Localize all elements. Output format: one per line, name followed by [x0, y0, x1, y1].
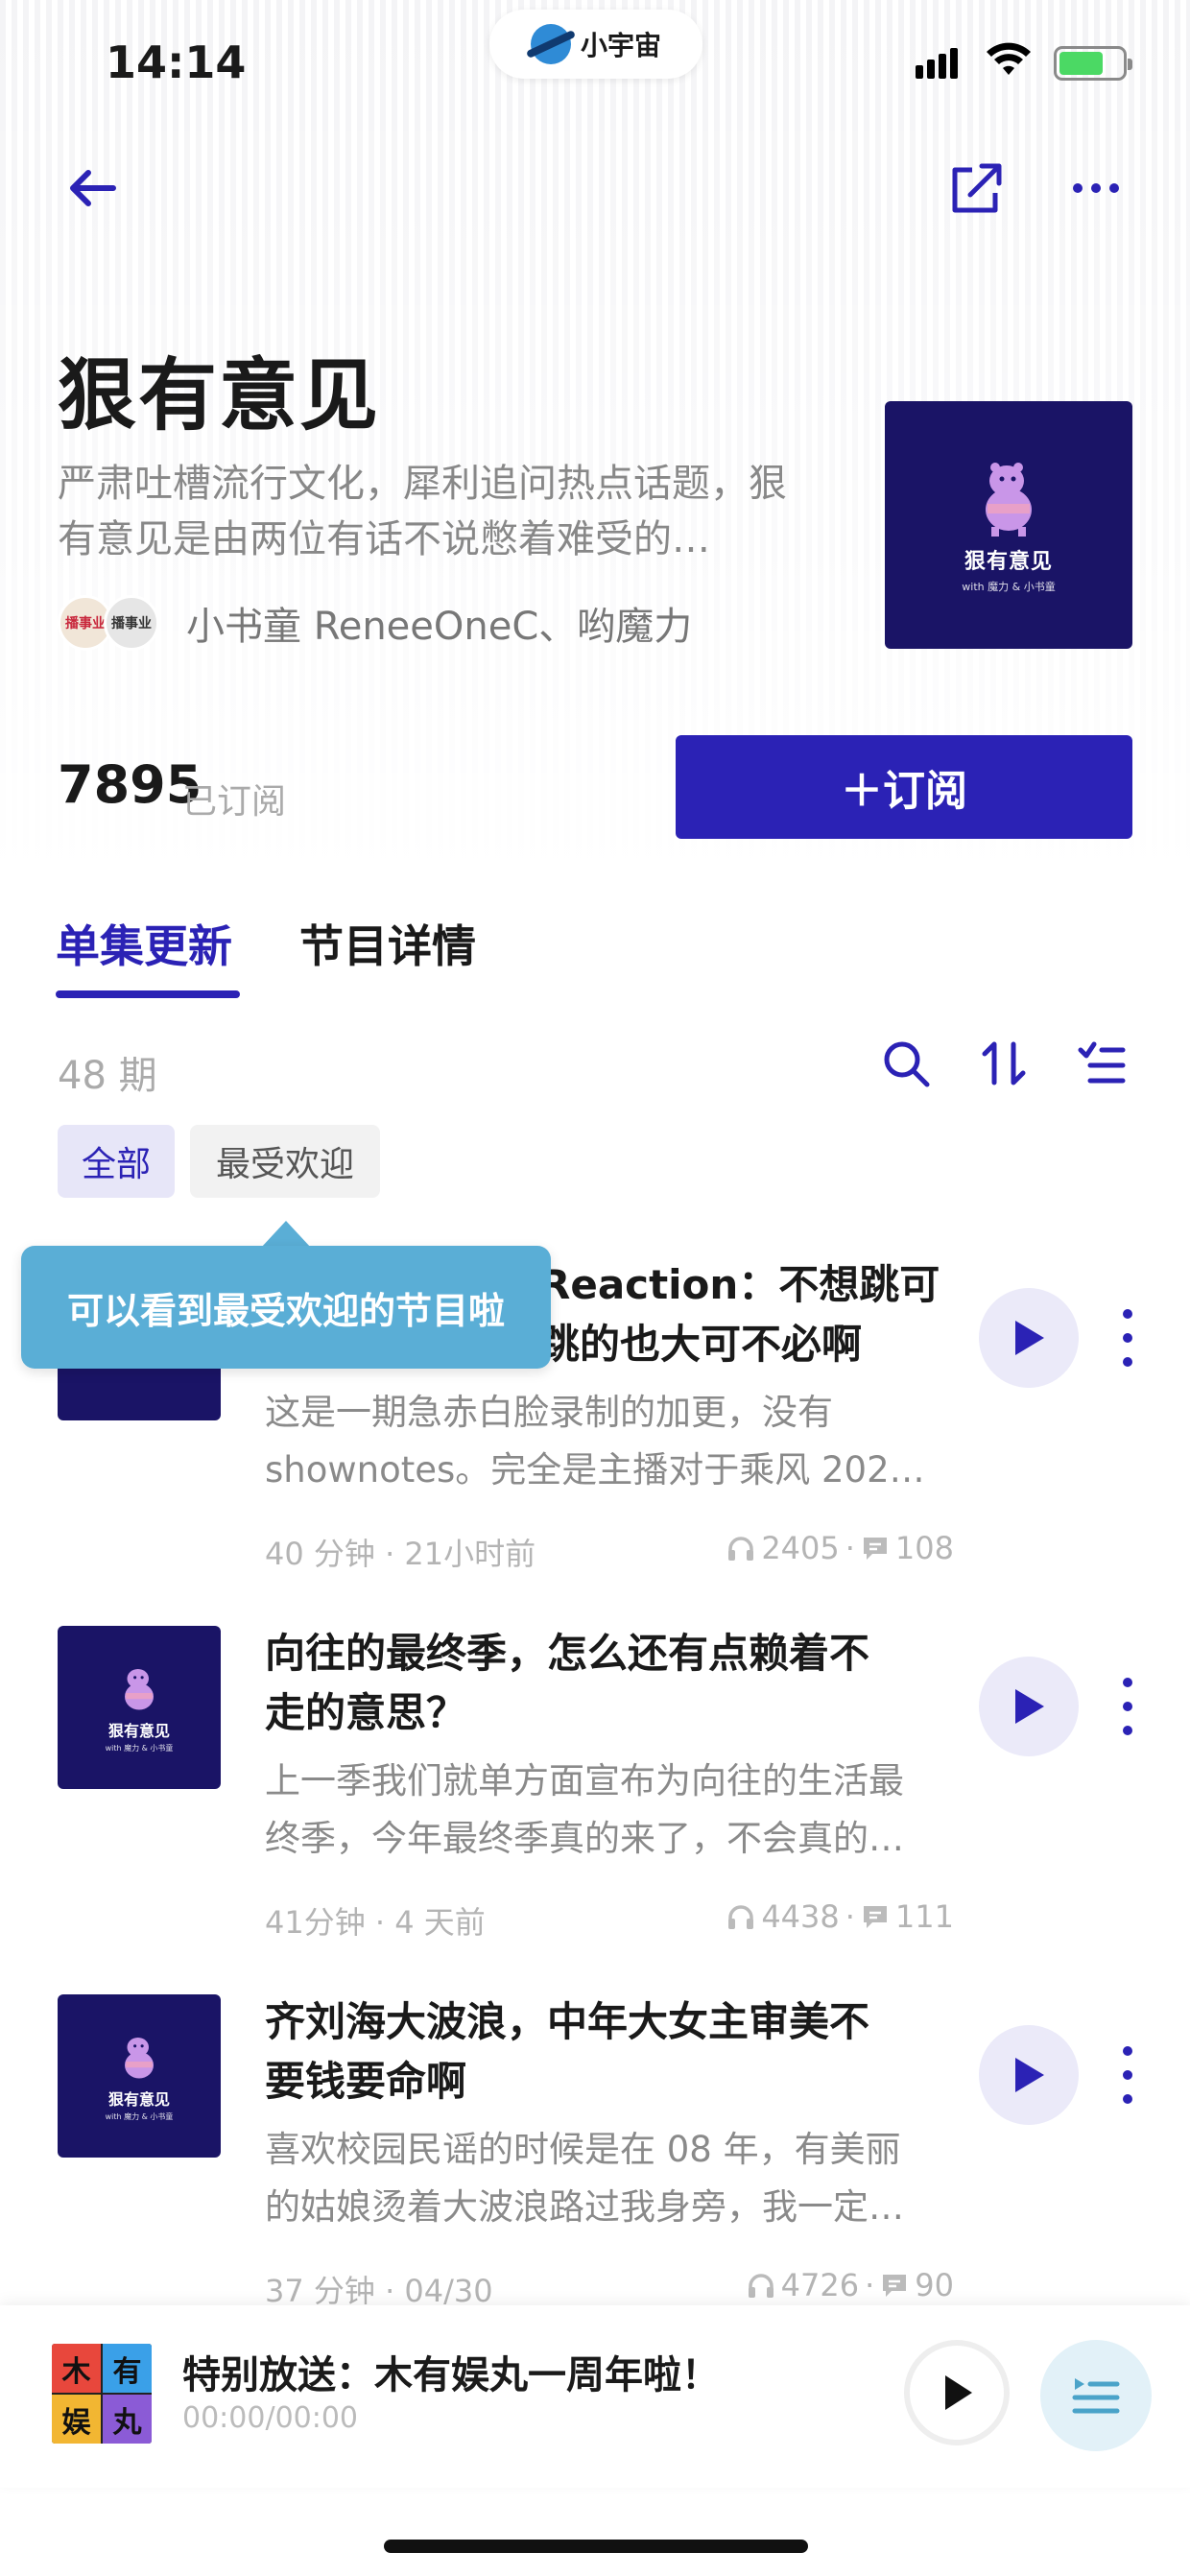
play-icon — [1015, 1321, 1044, 1355]
episode-desc-line: 喜欢校园民谣的时候是在 08 年，有美丽 — [265, 2129, 901, 2170]
sort-icon[interactable] — [969, 1029, 1038, 1098]
status-time: 14:14 — [106, 36, 247, 88]
play-count: 2405 — [761, 1530, 840, 1566]
episode-description[interactable]: 上一季我们就单方面宣布为向往的生活最 终季，今年最终季真的来了，不会真的… — [265, 1753, 956, 1868]
tab-underline — [56, 990, 240, 998]
cover-char: 娱 — [52, 2395, 101, 2444]
subscribe-button[interactable]: ＋订阅 — [676, 735, 1132, 839]
episode-more-button[interactable] — [1113, 1678, 1142, 1735]
playlist-button[interactable] — [1040, 2340, 1152, 2451]
cover-subtitle: with 魔力 & 小书童 — [962, 581, 1056, 593]
episode-thumbnail[interactable]: 狠有意见 with 魔力 & 小书童 — [58, 1994, 221, 2158]
episode-meta: 40 分钟 · 21小时前 — [265, 1536, 536, 1572]
episode-play-button[interactable] — [979, 1657, 1079, 1756]
episode-title-line: 要钱要命啊 — [265, 2058, 467, 2105]
podcast-title: 狠有意见 — [58, 350, 381, 441]
tab-episodes[interactable]: 单集更新 — [56, 912, 232, 975]
play-icon — [1015, 2058, 1044, 2092]
episode-desc-line: 的姑娘烫着大波浪路过我身旁，我一定… — [265, 2186, 904, 2228]
brand-pill: 小宇宙 — [489, 10, 702, 79]
play-count: 4726 — [780, 2267, 860, 2303]
episode-more-button[interactable] — [1113, 2046, 1142, 2104]
stat-separator: · — [865, 2267, 875, 2303]
thumb-subtitle: with 魔力 & 小书童 — [105, 2111, 174, 2121]
episode-description[interactable]: 这是一期急赤白脸录制的加更，没有 shownotes。完全是主播对于乘风 202… — [265, 1384, 956, 1499]
batch-select-icon[interactable] — [1067, 1029, 1136, 1098]
episode-more-button[interactable] — [1113, 1309, 1142, 1367]
comment-icon — [883, 2275, 907, 2297]
comment-icon — [863, 1906, 887, 1928]
headphones-icon — [748, 2274, 774, 2298]
player-play-button[interactable] — [904, 2340, 1010, 2445]
thumb-title: 狠有意见 — [107, 2089, 170, 2109]
filter-popular[interactable]: 最受欢迎 — [190, 1125, 380, 1198]
comment-count: 108 — [894, 1530, 954, 1566]
hippo-mascot-icon — [125, 1668, 154, 1709]
episode-description[interactable]: 喜欢校园民谣的时候是在 08 年，有美丽 的姑娘烫着大波浪路过我身旁，我一定… — [265, 2121, 956, 2236]
stat-separator: · — [845, 1898, 855, 1935]
comment-count: 90 — [915, 2267, 954, 2303]
player-cover[interactable]: 木 有 娱 丸 — [52, 2344, 152, 2444]
episode-desc-line: shownotes。完全是主播对于乘风 202… — [265, 1449, 925, 1491]
mini-player[interactable]: 木 有 娱 丸 特别放送：木有娱丸一周年啦！ 00:00/00:00 — [0, 2305, 1190, 2488]
cover-char: 丸 — [103, 2395, 152, 2444]
episode-play-button[interactable] — [979, 2025, 1079, 2125]
podcast-authors[interactable]: 播事业 播事业 小书童 ReneeOneC、哟魔力 — [58, 595, 692, 651]
podcast-cover[interactable]: 狠有意见 with 魔力 & 小书童 — [885, 401, 1132, 649]
episode-thumbnail[interactable]: 狠有意见 with 魔力 & 小书童 — [58, 1626, 221, 1789]
battery-icon — [1054, 46, 1132, 81]
wifi-icon — [987, 42, 1031, 75]
headphones-icon — [728, 1537, 754, 1561]
tab-details[interactable]: 节目详情 — [299, 912, 476, 975]
planet-icon — [530, 24, 571, 64]
episode-title[interactable]: 齐刘海大波浪，中年大女主审美不 要钱要命啊 — [265, 1992, 956, 2111]
episode-stats: 2405 · 108 — [714, 1530, 954, 1566]
thumb-subtitle: with 魔力 & 小书童 — [105, 1743, 174, 1753]
playlist-icon — [1072, 2378, 1120, 2414]
player-time: 00:00/00:00 — [182, 2401, 359, 2435]
episode-title[interactable]: 向往的最终季，怎么还有点赖着不 走的意思？ — [265, 1624, 956, 1743]
subscriber-count: 7895 — [58, 754, 202, 815]
play-count: 4438 — [761, 1898, 840, 1935]
signal-icon — [916, 48, 958, 79]
more-options-icon[interactable] — [1058, 150, 1134, 227]
brand-label: 小宇宙 — [580, 30, 661, 61]
episode-title-line: 齐刘海大波浪，中年大女主审美不 — [265, 1998, 870, 2045]
authors-label[interactable]: 小书童 ReneeOneC、哟魔力 — [186, 595, 692, 651]
episode-title-line: 走的意思？ — [265, 1689, 467, 1736]
cover-title: 狠有意见 — [964, 550, 1053, 574]
episode-desc-line: 这是一期急赤白脸录制的加更，没有 — [265, 1392, 833, 1433]
episode-title-line: 向往的最终季，怎么还有点赖着不 — [265, 1630, 870, 1677]
comment-icon — [863, 1538, 887, 1560]
stat-separator: · — [845, 1530, 855, 1566]
tooltip[interactable]: 可以看到最受欢迎的节目啦 — [21, 1246, 551, 1369]
thumb-title: 狠有意见 — [107, 1721, 170, 1740]
filter-all[interactable]: 全部 — [58, 1125, 175, 1198]
tooltip-arrow — [261, 1221, 311, 1248]
episode-stats: 4726 · 90 — [714, 2267, 954, 2303]
subscriber-label: 已订阅 — [182, 782, 287, 822]
back-arrow-icon[interactable] — [54, 150, 131, 227]
player-title[interactable]: 特别放送：木有娱丸一周年啦！ — [182, 2344, 720, 2399]
hippo-mascot-icon — [125, 2037, 154, 2078]
hippo-mascot-icon — [986, 463, 1032, 537]
share-icon[interactable] — [939, 150, 1015, 227]
episode-stats: 4438 · 111 — [714, 1898, 954, 1935]
episode-meta: 41分钟 · 4 天前 — [265, 1904, 486, 1941]
episode-desc-line: 终季，今年最终季真的来了，不会真的… — [265, 1818, 904, 1859]
cover-char: 木 — [52, 2344, 101, 2393]
podcast-description[interactable]: 严肃吐槽流行文化，犀利追问热点话题，狠有意见是由两位有话不说憋着难受的… — [58, 456, 816, 567]
headphones-icon — [728, 1905, 754, 1929]
avatar[interactable]: 播事业 — [104, 595, 159, 651]
episode-count: 48 期 — [58, 1054, 157, 1098]
play-icon — [1015, 1689, 1044, 1724]
cover-char: 有 — [103, 2344, 152, 2393]
episode-play-button[interactable] — [979, 1288, 1079, 1388]
play-icon — [945, 2375, 972, 2410]
home-indicator — [384, 2540, 808, 2553]
comment-count: 111 — [894, 1898, 954, 1935]
episode-desc-line: 上一季我们就单方面宣布为向往的生活最 — [265, 1760, 904, 1801]
search-icon[interactable] — [871, 1029, 940, 1098]
